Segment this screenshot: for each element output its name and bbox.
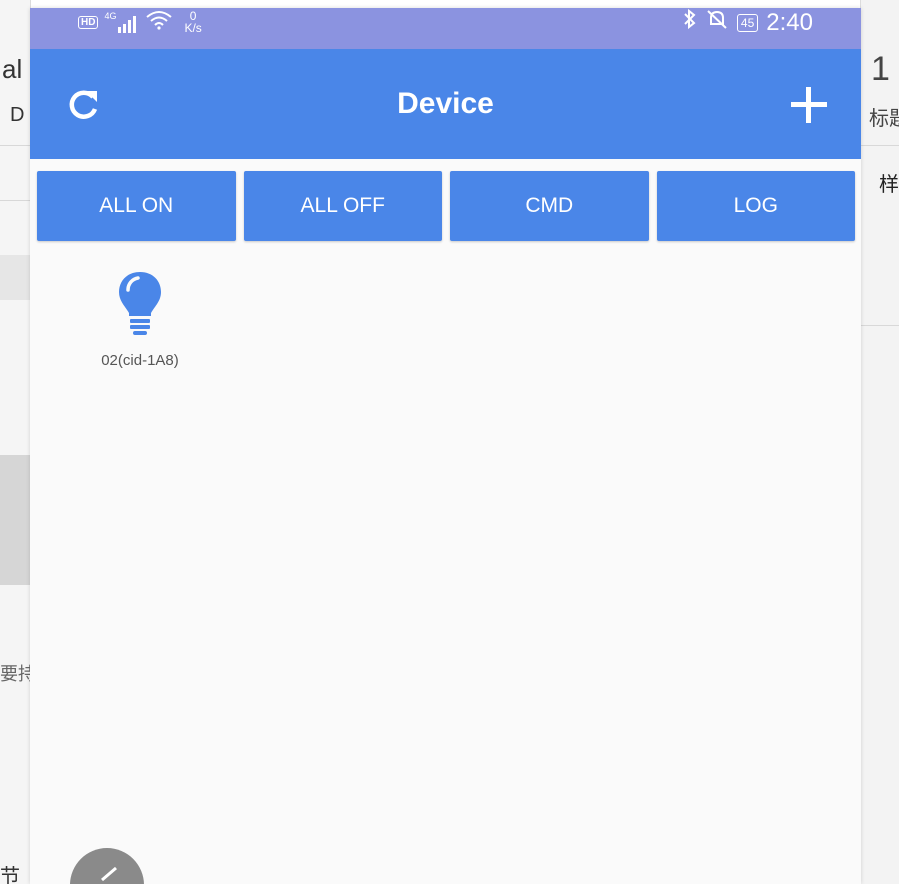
background-divider [861,145,899,146]
background-left-panel: al D 要持 节 [0,0,31,884]
back-fab-button[interactable] [70,848,144,884]
all-on-button[interactable]: ALL ON [37,171,236,241]
cell-signal-icon: 4G [104,11,140,33]
background-block [0,255,30,300]
network-speed: 0 K/s [184,10,201,34]
status-right-group: 45 2:40 [683,8,813,37]
device-label: 02(cid-1A8) [101,352,179,369]
background-divider [0,145,30,146]
cmd-button[interactable]: CMD [450,171,649,241]
background-text: D [10,104,25,126]
log-button[interactable]: LOG [656,171,855,241]
background-block [0,455,30,585]
background-right-panel: 1 标题 样 [860,0,899,884]
network-speed-unit: K/s [184,21,202,35]
screen: al D 要持 节 1 标题 样 HD 4G [0,0,899,884]
background-divider [0,200,30,201]
background-text: 标题 [869,108,899,130]
background-top-strip [0,0,899,8]
background-text: 样 [879,174,899,196]
bluetooth-icon [683,8,697,37]
background-text: 节 [0,866,20,884]
battery-indicator: 45 [736,13,759,32]
background-text: 1 [871,50,890,88]
hd-badge: HD [78,15,99,29]
status-time: 2:40 [766,8,813,36]
action-toolbar: ALL ON ALL OFF CMD LOG [37,171,855,241]
app-bar: Device [30,49,861,159]
muted-bell-icon [705,8,729,37]
status-left-group: HD 4G 0 K/s [78,10,202,34]
status-bar: HD 4G 0 K/s 45 2:40 [30,8,861,49]
wifi-icon [146,10,173,34]
background-text: 要持 [0,664,30,684]
device-item[interactable]: 02(cid-1A8) [88,270,198,380]
plus-icon [791,87,827,123]
page-title: Device [397,87,494,120]
add-device-button[interactable] [789,85,829,125]
background-divider [861,325,899,326]
chevron-icon [101,866,117,882]
phone-screen: HD 4G 0 K/s 45 2:40 Device ALL ON ALL OF… [30,8,861,884]
all-off-button[interactable]: ALL OFF [243,171,442,241]
background-text: al [2,54,23,84]
network-type-label: 4G [104,11,117,21]
lightbulb-icon [119,272,161,335]
